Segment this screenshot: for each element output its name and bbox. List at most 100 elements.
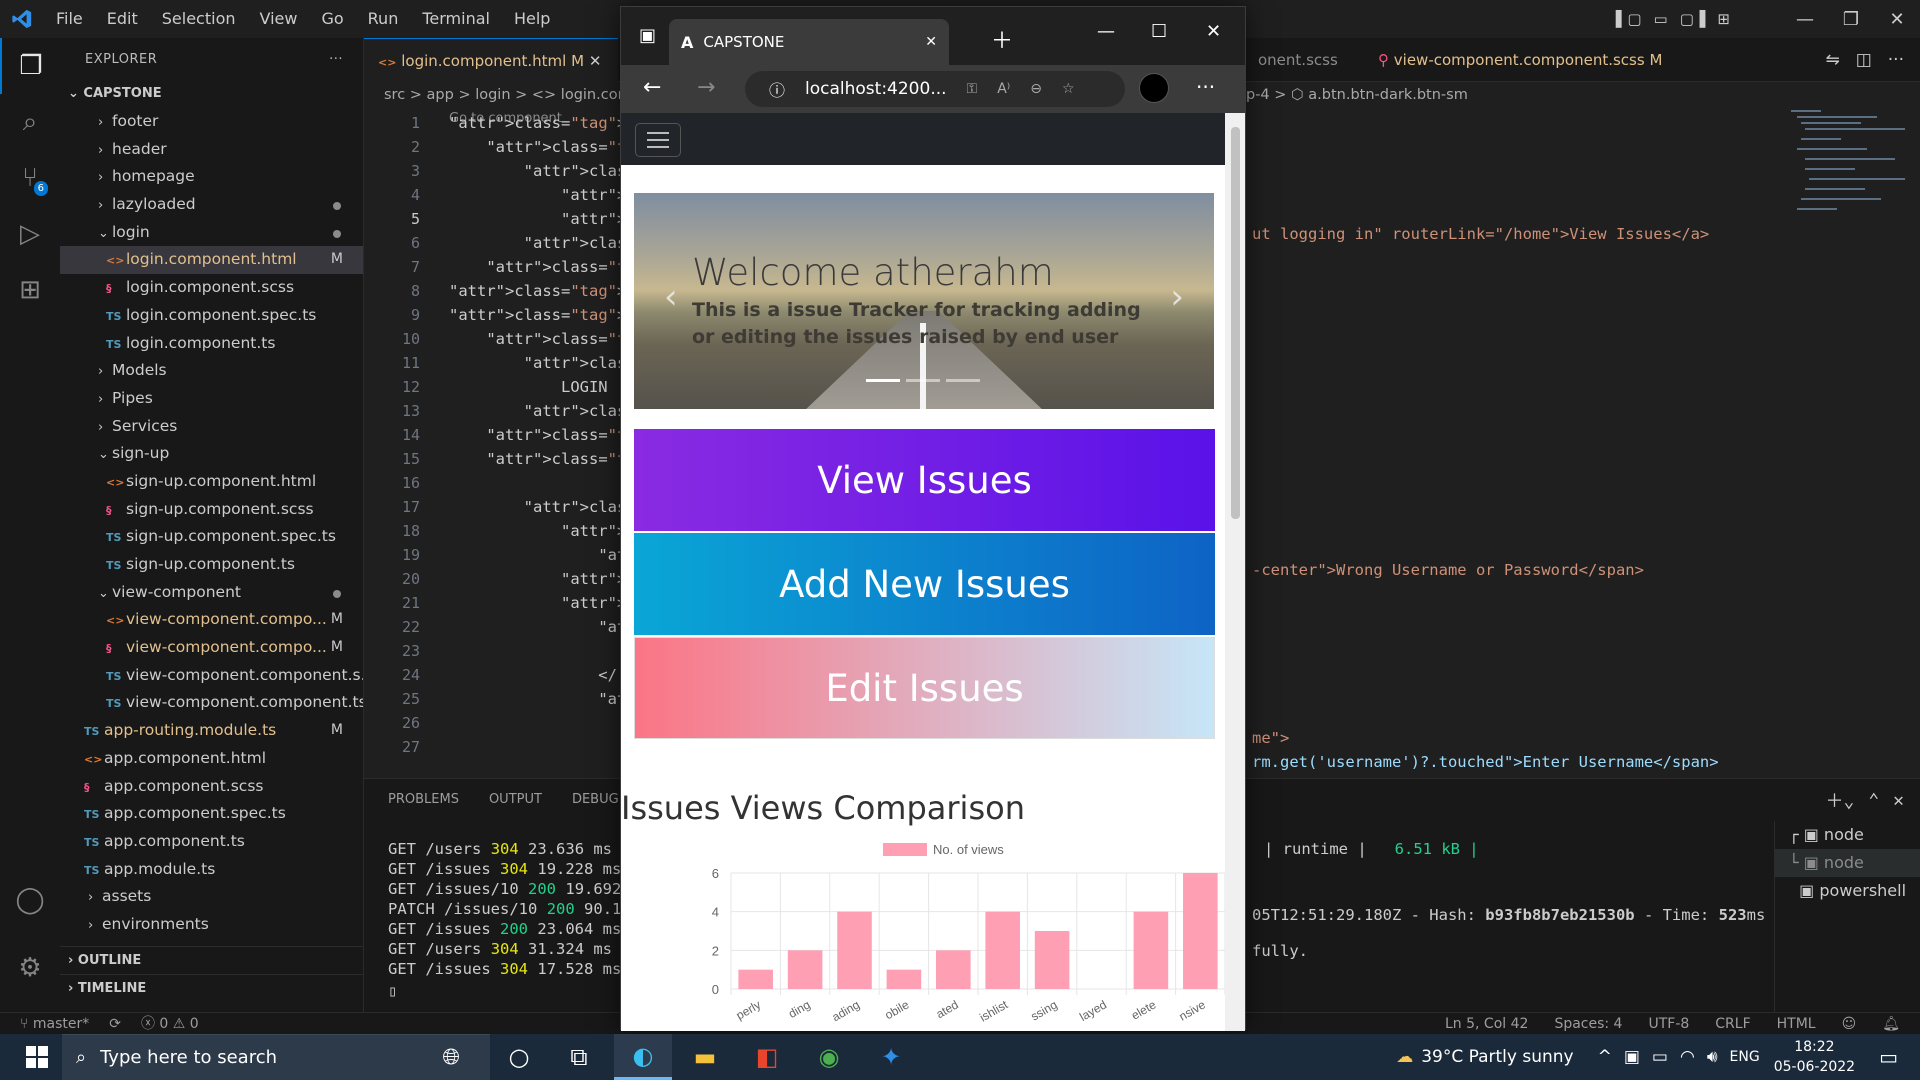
tab-output[interactable]: OUTPUT: [489, 779, 542, 821]
breadcrumb-left[interactable]: src > app > login > <> login.con: [384, 87, 627, 103]
menu-edit[interactable]: Edit: [95, 0, 150, 38]
workspace-root[interactable]: ⌄ CAPSTONE: [60, 80, 363, 108]
menu-terminal[interactable]: Terminal: [410, 0, 502, 38]
edge-taskbar-icon[interactable]: ◐: [614, 1034, 672, 1080]
new-terminal-icon[interactable]: ＋⌄: [1825, 787, 1854, 813]
carousel-next-icon[interactable]: ›: [1170, 277, 1184, 317]
problems-indicator[interactable]: ⓧ 0 ⚠ 0: [141, 1013, 199, 1035]
editor-more-icon[interactable]: ···: [1888, 50, 1904, 70]
scrollbar-thumb[interactable]: [1231, 127, 1240, 519]
toggle-panel-icon[interactable]: ▭: [1654, 10, 1668, 28]
tree-item-folder[interactable]: › header: [60, 136, 363, 164]
manage-gear-icon[interactable]: ⚙: [0, 940, 60, 996]
browser-minimize-icon[interactable]: —: [1097, 21, 1115, 42]
view-issues-button[interactable]: View Issues: [634, 429, 1215, 531]
maximize-panel-icon[interactable]: ⌃: [1868, 790, 1879, 811]
terminal-item-node-2[interactable]: └ ▣ node: [1775, 849, 1920, 877]
file-explorer-icon[interactable]: ▬: [676, 1034, 734, 1080]
tree-item-html[interactable]: <> sign-up.component.html: [60, 468, 363, 496]
language-indicator[interactable]: ENG: [1730, 1049, 1760, 1065]
add-new-issues-button[interactable]: Add New Issues: [634, 533, 1215, 635]
encoding[interactable]: UTF-8: [1648, 1013, 1689, 1035]
close-panel-icon[interactable]: ✕: [1893, 790, 1904, 811]
toggle-primary-sidebar-icon[interactable]: ▌▢: [1616, 10, 1642, 28]
outline-section[interactable]: › OUTLINE: [60, 946, 364, 974]
notifications-bell-icon[interactable]: 🔔︎: [1882, 1013, 1900, 1035]
clock[interactable]: 18:22 05-06-2022: [1774, 1037, 1855, 1077]
breadcrumb-right[interactable]: p-4 > ⬡ a.btn.btn-dark.btn-sm: [1246, 82, 1468, 108]
tab-partial[interactable]: onent.scss: [1244, 38, 1352, 82]
tab-login-component-html[interactable]: <> login.component.html M ✕: [364, 38, 618, 82]
tree-item-folder[interactable]: › Pipes: [60, 385, 363, 413]
compare-icon[interactable]: ⇋: [1825, 50, 1839, 70]
terminal-item-powershell[interactable]: ▣ powershell: [1775, 877, 1920, 905]
cortana-icon[interactable]: ○: [490, 1034, 548, 1080]
key-icon[interactable]: ⚿: [967, 81, 978, 97]
minimap[interactable]: [1787, 108, 1907, 218]
profile-avatar[interactable]: [1139, 73, 1169, 103]
tree-item-ts[interactable]: TS login.component.spec.ts: [60, 302, 363, 330]
tab-view-component-scss[interactable]: ⚲ view-component.component.scss M: [1364, 38, 1676, 82]
explorer-icon[interactable]: ❐: [0, 38, 60, 94]
notifications-icon[interactable]: ▭: [1879, 1045, 1898, 1069]
language-mode[interactable]: HTML: [1777, 1013, 1816, 1035]
forward-icon[interactable]: →: [697, 75, 715, 100]
new-tab-icon[interactable]: ＋: [991, 23, 1013, 55]
line-ending[interactable]: CRLF: [1715, 1013, 1750, 1035]
tree-item-folder[interactable]: ⌄ sign-up: [60, 440, 363, 468]
tree-item-folder[interactable]: › lazyloaded: [60, 191, 363, 219]
page-scrollbar[interactable]: [1225, 113, 1245, 1031]
carousel-prev-icon[interactable]: ‹: [664, 277, 678, 317]
menu-go[interactable]: Go: [309, 0, 355, 38]
tree-item-folder[interactable]: › Services: [60, 413, 363, 441]
battery-icon[interactable]: ▭: [1652, 1047, 1668, 1067]
search-highlight-icon[interactable]: 🌐︎: [442, 1045, 460, 1070]
source-control-icon[interactable]: ⑂ 6: [0, 150, 60, 206]
menu-help[interactable]: Help: [502, 0, 562, 38]
site-info-icon[interactable]: ⓘ: [769, 77, 785, 101]
hamburger-menu-icon[interactable]: [635, 123, 681, 157]
terminal-item-node-1[interactable]: ┌ ▣ node: [1775, 821, 1920, 849]
tree-item-folder[interactable]: › Models: [60, 357, 363, 385]
tab-close-icon[interactable]: ✕: [925, 34, 937, 50]
favorites-icon[interactable]: ☆: [1062, 81, 1075, 97]
menu-view[interactable]: View: [248, 0, 310, 38]
carousel-indicator-3[interactable]: [946, 379, 980, 382]
zoom-out-icon[interactable]: ⊖: [1030, 81, 1042, 97]
run-debug-icon[interactable]: ▷: [0, 206, 60, 262]
sync-icon[interactable]: ⟳: [109, 1013, 121, 1035]
close-icon[interactable]: ✕: [1874, 9, 1920, 30]
tree-item-scss[interactable]: § sign-up.component.scss: [60, 496, 363, 524]
task-view-icon[interactable]: ⧉: [550, 1034, 608, 1080]
customize-layout-icon[interactable]: ⊞: [1717, 10, 1730, 28]
tree-item-html[interactable]: <> app.component.html: [60, 745, 363, 773]
menu-run[interactable]: Run: [356, 0, 411, 38]
minimize-icon[interactable]: —: [1782, 9, 1828, 30]
tree-item-ts[interactable]: TS app.module.ts: [60, 856, 363, 884]
timeline-section[interactable]: › TIMELINE: [60, 974, 364, 1002]
feedback-icon[interactable]: ☺: [1842, 1013, 1857, 1035]
tree-item-scss[interactable]: § login.component.scss: [60, 274, 363, 302]
back-icon[interactable]: ←: [643, 75, 661, 100]
tab-actions-icon[interactable]: ▣: [639, 25, 656, 46]
volume-icon[interactable]: 🔊︎: [1707, 1047, 1718, 1067]
tree-item-folder[interactable]: › assets: [60, 883, 363, 911]
read-aloud-icon[interactable]: A⁾: [997, 81, 1010, 97]
menu-selection[interactable]: Selection: [150, 0, 248, 38]
browser-maximize-icon[interactable]: ☐: [1151, 21, 1167, 42]
indentation[interactable]: Spaces: 4: [1554, 1013, 1622, 1035]
tree-item-ts[interactable]: TS sign-up.component.ts: [60, 551, 363, 579]
weather-text[interactable]: 39°C Partly sunny: [1421, 1047, 1573, 1067]
tree-item-scss[interactable]: § view-component.compo... M: [60, 634, 363, 662]
tab-problems[interactable]: PROBLEMS: [388, 779, 459, 821]
tree-item-ts[interactable]: TS app.component.spec.ts: [60, 800, 363, 828]
menu-file[interactable]: File: [44, 0, 95, 38]
tree-item-ts[interactable]: TS view-component.component.ts: [60, 689, 363, 717]
chrome-icon[interactable]: ◉: [800, 1034, 858, 1080]
tray-app-icon[interactable]: ▣: [1624, 1047, 1640, 1067]
browser-tab[interactable]: A CAPSTONE ✕: [669, 19, 949, 65]
tree-item-folder[interactable]: › footer: [60, 108, 363, 136]
url-field[interactable]: ⓘ localhost:4200... ⚿ A⁾ ⊖ ☆: [745, 71, 1125, 107]
carousel-indicator-1[interactable]: [866, 379, 900, 382]
restore-icon[interactable]: ❐: [1828, 9, 1874, 30]
